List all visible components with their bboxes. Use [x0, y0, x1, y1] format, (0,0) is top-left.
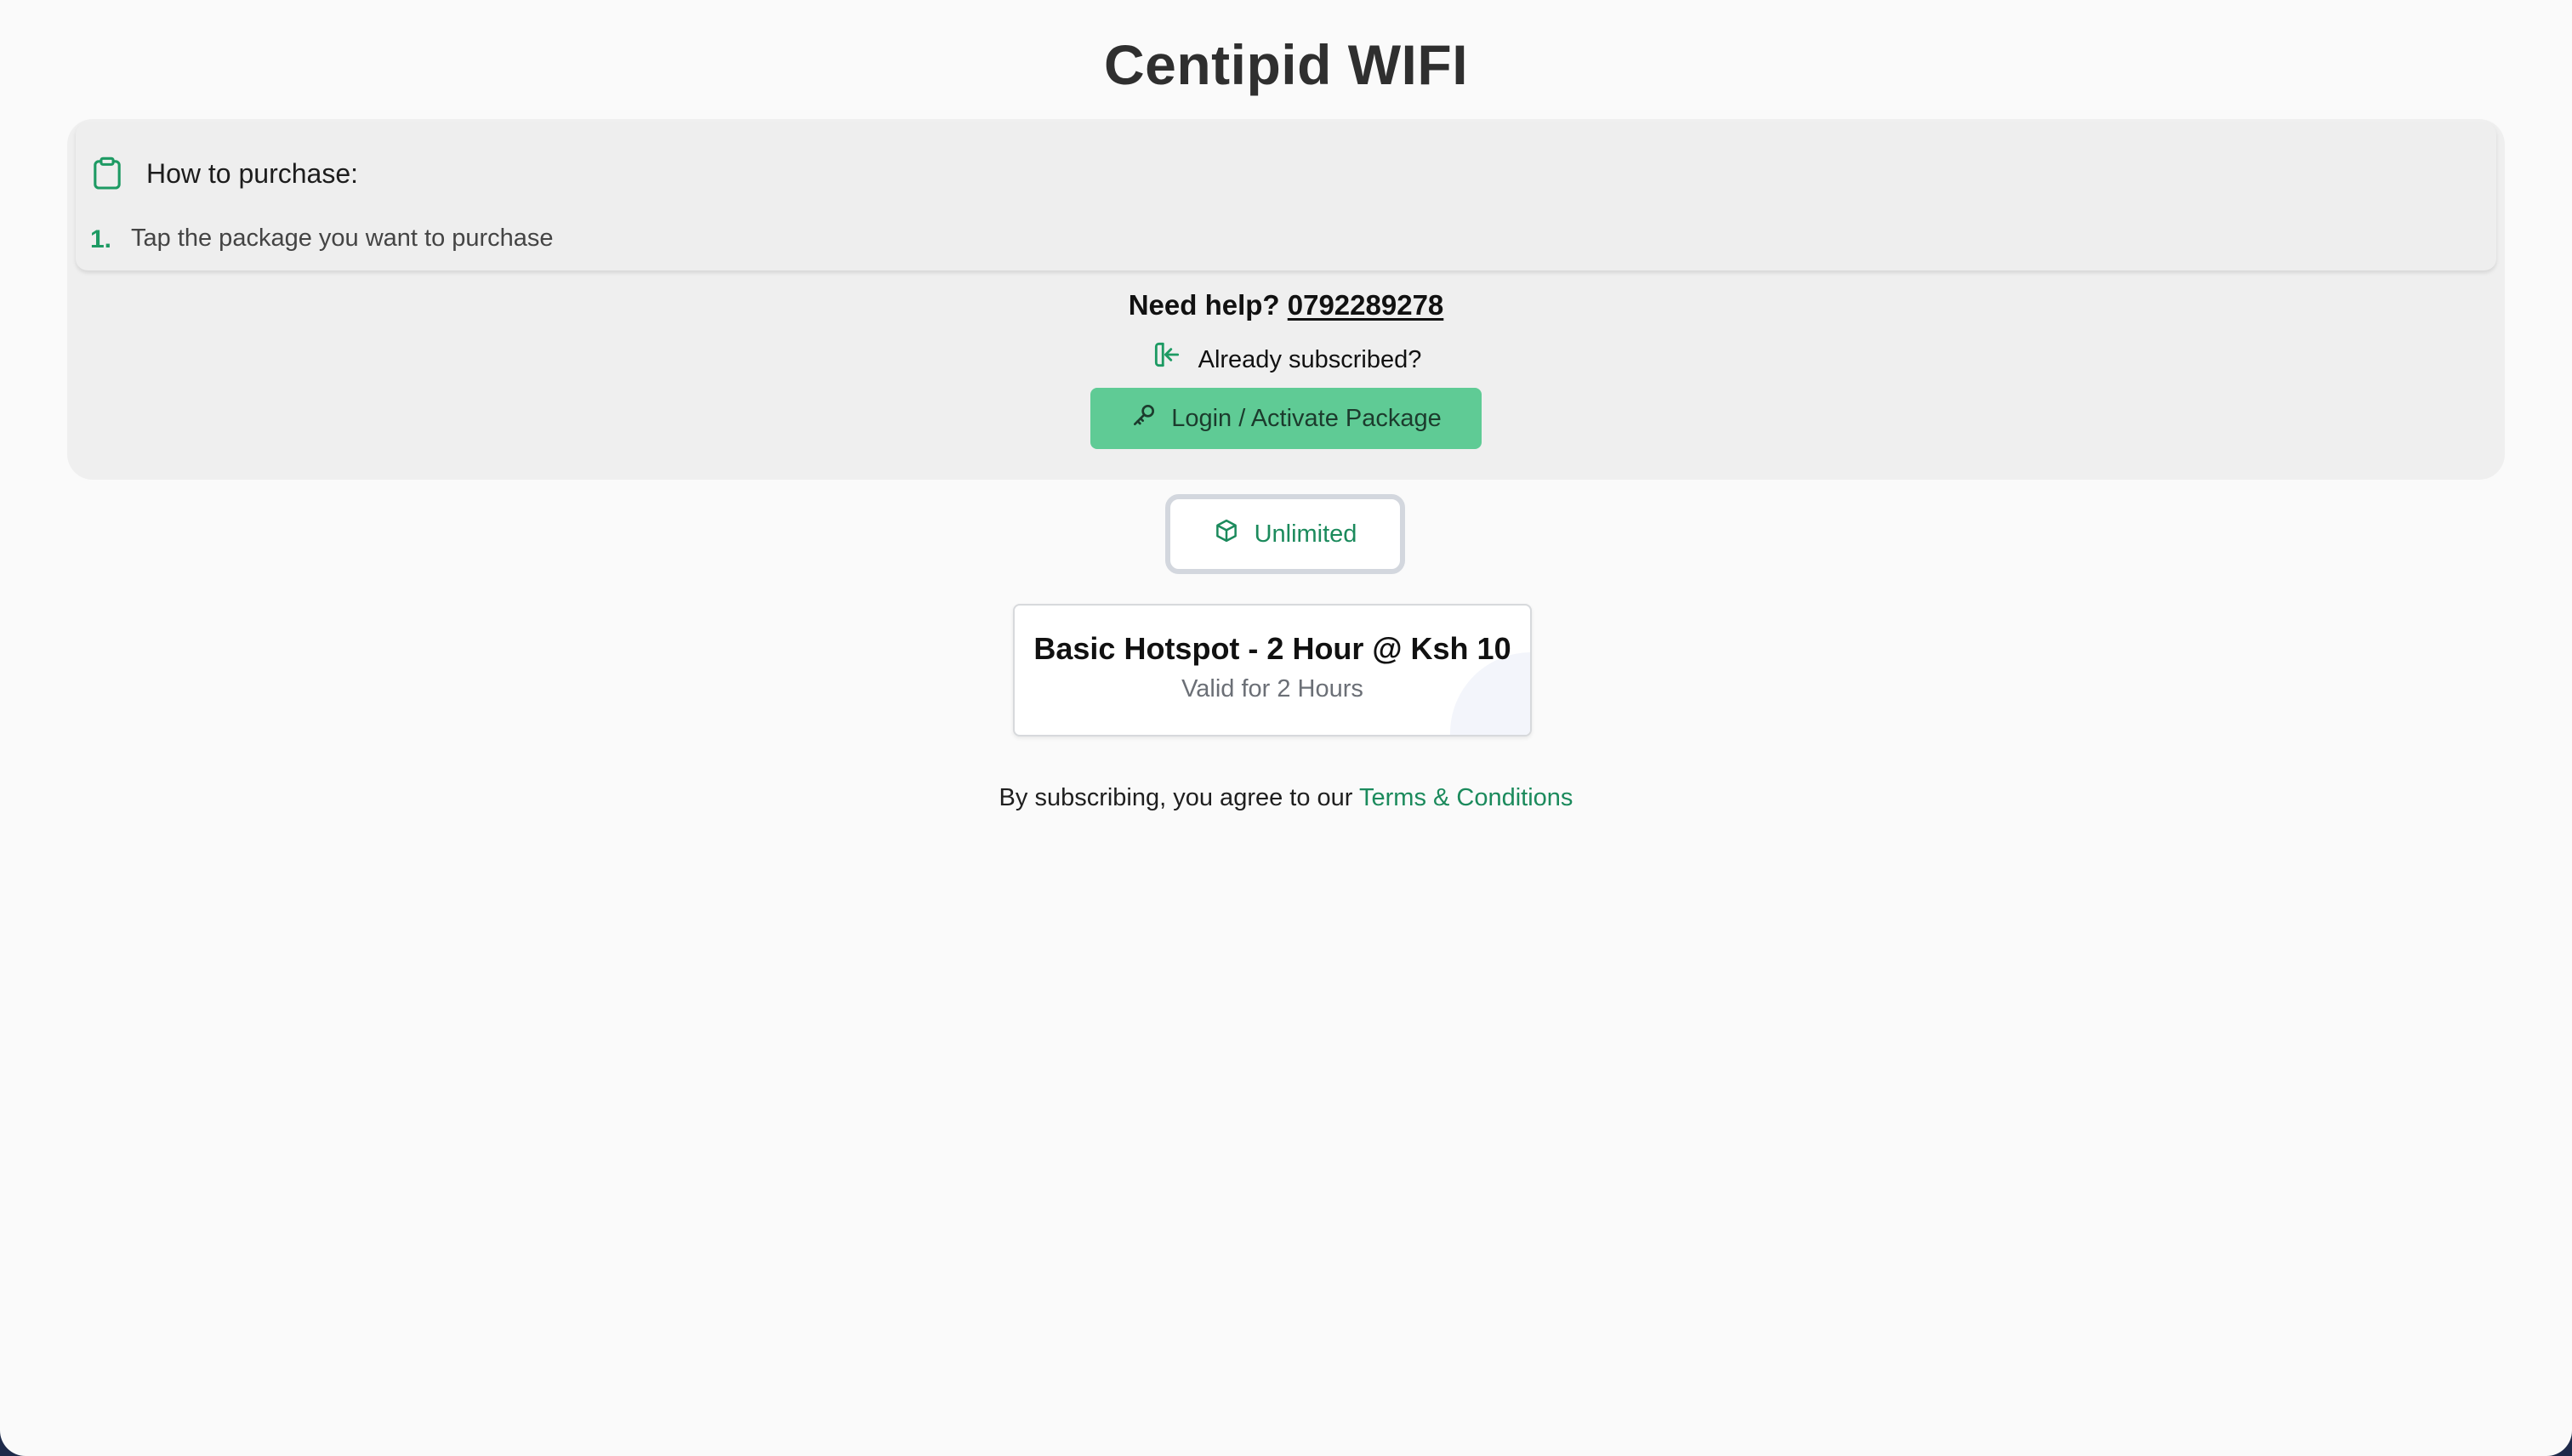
help-label: Need help? [1128, 289, 1280, 321]
login-button-label: Login / Activate Package [1171, 404, 1442, 432]
terms-text: By subscribing, you agree to our [999, 784, 1353, 811]
already-subscribed-line: Already subscribed? [67, 338, 2505, 381]
package-box-icon [1214, 518, 1239, 550]
instructions-card: How to purchase: 1. Tap the package you … [76, 122, 2496, 270]
tab-unlimited[interactable]: Unlimited [1165, 494, 1405, 574]
help-line: Need help? 0792289278 [67, 286, 2505, 325]
already-subscribed-text: Already subscribed? [1198, 346, 1422, 373]
tab-unlimited-label: Unlimited [1254, 520, 1357, 548]
info-panel: How to purchase: 1. Tap the package you … [67, 119, 2505, 480]
instructions-heading: How to purchase: [146, 158, 359, 189]
clipboard-icon [93, 156, 122, 191]
package-validity: Valid for 2 Hours [1181, 675, 1363, 702]
step-text: Tap the package you want to purchase [131, 225, 554, 252]
package-card[interactable]: Basic Hotspot - 2 Hour @ Ksh 10 Valid fo… [1013, 604, 1532, 737]
package-title: Basic Hotspot - 2 Hour @ Ksh 10 [1033, 631, 1511, 666]
login-arrow-icon [1151, 338, 1183, 381]
help-phone-link[interactable]: 0792289278 [1288, 289, 1444, 321]
captive-portal-page: Centipid WIFI How to purchase: 1. Tap th… [0, 0, 2572, 1456]
login-activate-button[interactable]: Login / Activate Package [1090, 388, 1482, 449]
terms-line: By subscribing, you agree to our Terms &… [0, 779, 2572, 816]
page-title: Centipid WIFI [1103, 33, 1469, 96]
step-number: 1. [90, 225, 112, 253]
key-icon [1130, 401, 1158, 435]
terms-link[interactable]: Terms & Conditions [1359, 784, 1573, 811]
